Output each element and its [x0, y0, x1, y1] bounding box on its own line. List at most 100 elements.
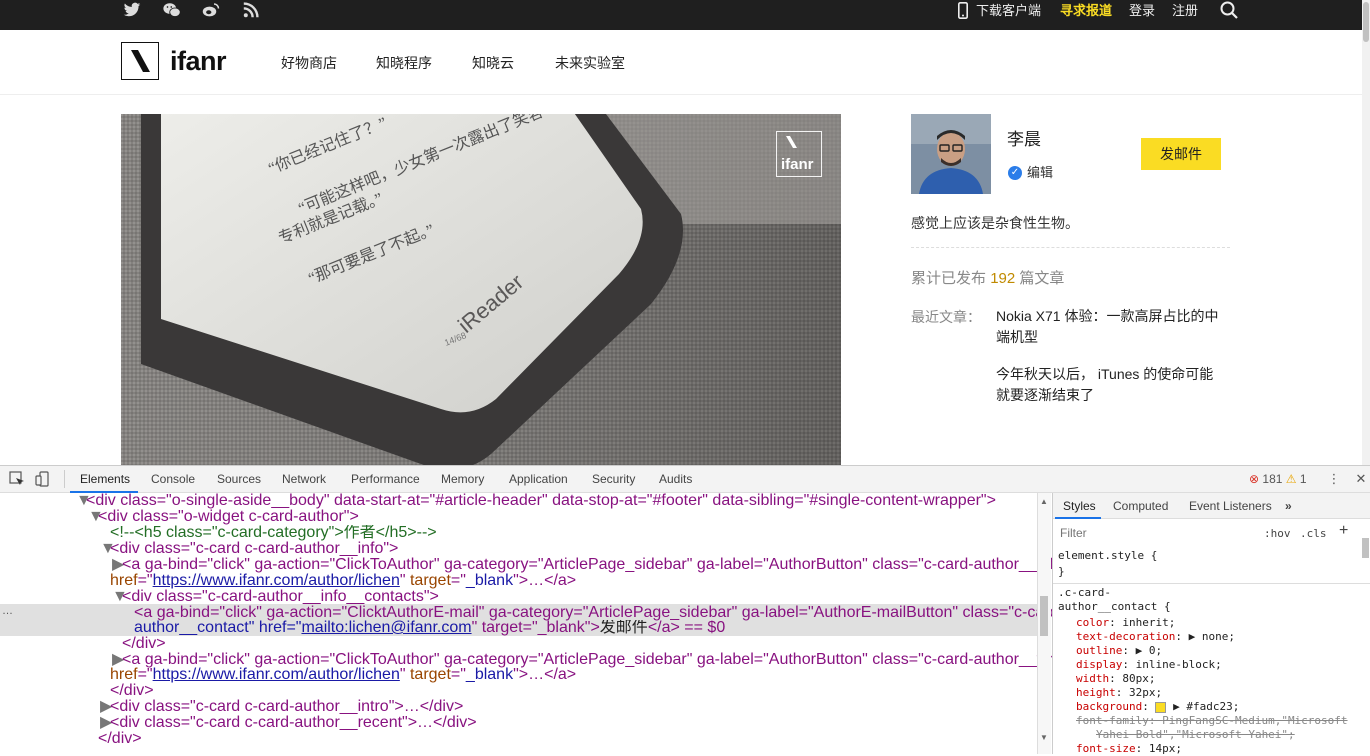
tab-event-listeners[interactable]: Event Listeners: [1189, 499, 1272, 514]
tab-memory[interactable]: Memory: [441, 472, 484, 487]
styles-filter-input[interactable]: [1056, 524, 1260, 542]
close-icon[interactable]: ✕: [1353, 471, 1369, 487]
dom-scrollbar-thumb[interactable]: [1040, 596, 1048, 636]
author-name[interactable]: 李晨: [1007, 129, 1041, 151]
seek-report-link[interactable]: 寻求报道: [1060, 3, 1112, 19]
tab-performance[interactable]: Performance: [351, 472, 420, 487]
css-prop-name: background: [1076, 700, 1143, 713]
tab-sources[interactable]: Sources: [217, 472, 261, 487]
inspect-element-icon[interactable]: [9, 471, 25, 487]
send-email-button[interactable]: 发邮件: [1141, 138, 1221, 170]
dom-line-selected[interactable]: author__contact" href="mailto:lichen@ifa…: [0, 620, 1171, 636]
dom-line[interactable]: ▶<a ga-bind="click" ga-action="ClickToAu…: [0, 557, 1149, 573]
login-link[interactable]: 登录: [1129, 3, 1155, 19]
dom-line[interactable]: ▶<div class="c-card c-card-author__intro…: [0, 699, 1137, 715]
search-icon[interactable]: [1220, 1, 1238, 19]
nav-item-store[interactable]: 好物商店: [281, 54, 337, 72]
dom-line[interactable]: href="https://www.ifanr.com/author/liche…: [0, 573, 1147, 589]
css-prop-name: outline: [1076, 644, 1123, 657]
published-suffix: 篇文章: [1019, 270, 1065, 287]
dom-line-text: </div>: [98, 731, 142, 747]
add-style-rule-icon[interactable]: +: [1339, 523, 1348, 539]
ifanr-logo-mark[interactable]: [121, 42, 159, 80]
device-toolbar-icon[interactable]: [35, 471, 51, 487]
tab-styles[interactable]: Styles: [1063, 499, 1096, 514]
css-property[interactable]: height: 32px;: [1076, 686, 1162, 700]
wechat-icon[interactable]: [162, 2, 182, 22]
color-swatch-icon[interactable]: [1155, 701, 1167, 713]
mobile-phone-icon: [958, 2, 968, 19]
dom-href-link[interactable]: https://www.ifanr.com/author/lichen: [153, 573, 400, 589]
tab-security[interactable]: Security: [592, 472, 635, 487]
css-property[interactable]: display: inline-block;: [1076, 658, 1222, 672]
page-scrollbar[interactable]: [1362, 0, 1370, 465]
dom-line[interactable]: </div>: [0, 683, 1147, 699]
tab-audits[interactable]: Audits: [659, 472, 692, 487]
more-options-icon[interactable]: ⋮: [1326, 471, 1342, 487]
css-prop-name: text-decoration: [1076, 630, 1176, 643]
css-property[interactable]: text-decoration: ▶ none;: [1076, 630, 1235, 644]
dom-comment: <!--<h5 class="c-card-category">作者</h5>-…: [110, 525, 437, 541]
error-count: 181: [1262, 472, 1283, 486]
tab-elements[interactable]: Elements: [80, 472, 130, 487]
nav-item-cloud[interactable]: 知晓云: [472, 54, 514, 72]
class-toggle[interactable]: .cls: [1300, 526, 1327, 541]
dom-line[interactable]: ▼<div class="o-widget c-card-author">: [0, 509, 1125, 525]
dom-mailto-link[interactable]: mailto:lichen@ifanr.com: [301, 620, 471, 636]
css-prop-value: PingFangSC-Medium,"Microsoft: [1162, 714, 1348, 727]
recent-article-link[interactable]: Nokia X71 体验：一款高屏占比的中端机型: [996, 306, 1221, 348]
css-prop-value: 14px;: [1148, 742, 1182, 755]
recent-article-link[interactable]: 今年秋天以后， iTunes 的使命可能就要逐渐结束了: [996, 364, 1221, 406]
css-property[interactable]: background: ▶ #fadc23;: [1076, 700, 1239, 714]
tab-application[interactable]: Application: [509, 472, 568, 487]
rule-selector: author__contact {: [1058, 600, 1171, 613]
weibo-icon[interactable]: [201, 2, 221, 22]
element-style-close: }: [1058, 565, 1065, 578]
twitter-icon[interactable]: [122, 2, 142, 22]
dom-line[interactable]: ▼<div class="c-card-author__info__contac…: [0, 589, 1149, 605]
dom-line-text: <div class="o-single-aside__body" data-s…: [86, 493, 996, 509]
css-property[interactable]: outline: ▶ 0;: [1076, 644, 1162, 658]
tab-network[interactable]: Network: [282, 472, 326, 487]
tab-computed[interactable]: Computed: [1113, 499, 1168, 514]
dom-line[interactable]: ▶<a ga-bind="click" ga-action="ClickToAu…: [0, 652, 1149, 668]
dom-line-text: <a ga-bind="click" ga-action="ClickToAut…: [122, 557, 1131, 573]
page-scrollbar-thumb[interactable]: [1363, 2, 1369, 42]
css-prop-value: inherit;: [1122, 616, 1176, 629]
dom-line[interactable]: <!--<h5 class="c-card-category">作者</h5>-…: [0, 525, 1147, 541]
download-client-link[interactable]: 下载客户端: [976, 3, 1041, 19]
dom-href-link[interactable]: https://www.ifanr.com/author/lichen: [153, 667, 400, 683]
more-tabs-icon[interactable]: »: [1285, 499, 1292, 514]
css-property[interactable]: width: 80px;: [1076, 672, 1156, 686]
css-prop-value: ▶ #fadc23;: [1173, 700, 1240, 713]
scroll-up-icon[interactable]: ▲: [1040, 497, 1048, 506]
tab-console[interactable]: Console: [151, 472, 195, 487]
verified-badge-icon: ✓: [1008, 166, 1022, 180]
css-property-overridden[interactable]: font-family: PingFangSC-Medium,"Microsof…: [1076, 714, 1348, 728]
recent-articles-label: 最近文章：: [911, 309, 981, 325]
rss-icon[interactable]: [241, 2, 261, 22]
dom-line-text: <div class="c-card c-card-author__recent…: [110, 715, 477, 731]
scroll-down-icon[interactable]: ▼: [1040, 733, 1048, 742]
dom-line[interactable]: ▶<div class="c-card c-card-author__recen…: [0, 715, 1137, 731]
dom-line-text: <div class="c-card c-card-author__info">: [110, 541, 399, 557]
dom-line[interactable]: href="https://www.ifanr.com/author/liche…: [0, 667, 1147, 683]
logo-text[interactable]: ifanr: [170, 44, 227, 78]
rule-selector: .c-card-: [1058, 586, 1111, 599]
hover-state-toggle[interactable]: :hov: [1264, 526, 1291, 541]
dom-line-text: </div>: [122, 636, 166, 652]
dom-line[interactable]: ▼<div class="c-card c-card-author__info"…: [0, 541, 1137, 557]
nav-item-future-lab[interactable]: 未来实验室: [555, 54, 625, 72]
console-issue-counts[interactable]: ⊗ 181 ⚠ 1: [1249, 472, 1307, 487]
dom-line[interactable]: </div>: [0, 636, 1159, 652]
dom-line[interactable]: ▼<div class="o-single-aside__body" data-…: [0, 493, 1113, 509]
dom-line[interactable]: </div>: [0, 731, 1135, 747]
dom-line-text: <div class="c-card-author__info__contact…: [122, 589, 439, 605]
author-avatar[interactable]: [911, 114, 991, 194]
nav-item-mini-program[interactable]: 知晓程序: [376, 54, 432, 72]
register-link[interactable]: 注册: [1172, 3, 1198, 19]
element-style-selector: element.style {: [1058, 549, 1158, 562]
dom-line-selected[interactable]: <a ga-bind="click" ga-action="ClicktAuth…: [0, 605, 1171, 621]
css-property[interactable]: color: inherit;: [1076, 616, 1175, 630]
styles-scrollbar-thumb[interactable]: [1362, 538, 1369, 558]
